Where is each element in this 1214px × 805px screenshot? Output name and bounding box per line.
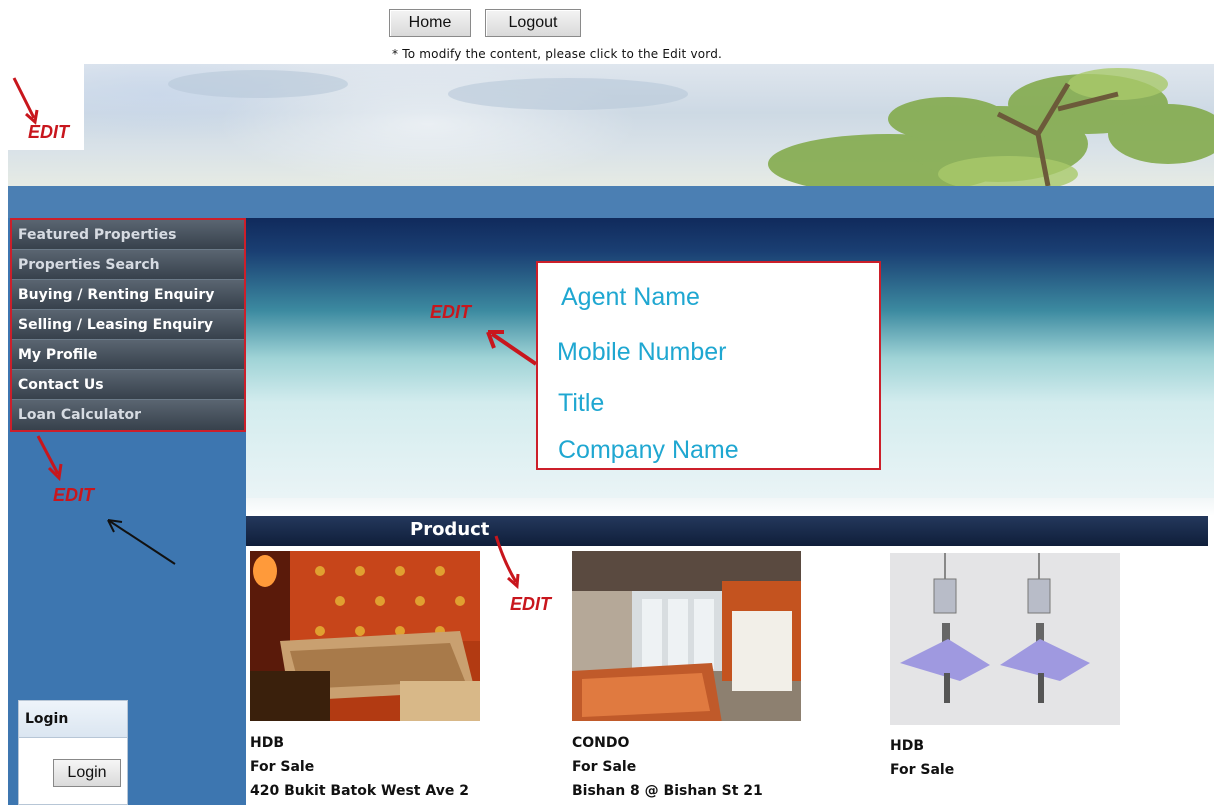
header-edit-label[interactable]: EDIT <box>28 122 69 143</box>
product-image-bedroom[interactable] <box>572 551 801 721</box>
login-button[interactable]: Login <box>53 759 121 787</box>
agent-company-name: Company Name <box>558 436 739 464</box>
sidebar-edit-label[interactable]: EDIT <box>53 485 94 506</box>
product-status: For Sale <box>572 759 637 775</box>
logout-button[interactable]: Logout <box>485 9 581 37</box>
agent-info-box[interactable]: Agent Name Mobile Number Title Company N… <box>536 261 881 470</box>
product-type: HDB <box>250 735 285 751</box>
product-card-2-text: CONDO For Sale Bishan 8 @ Bishan St 21 <box>572 731 763 803</box>
header-banner[interactable] <box>8 64 1214 186</box>
product-address[interactable]: Bishan 8 @ Bishan St 21 <box>572 779 763 803</box>
sidebar-item-properties-search[interactable]: Properties Search <box>12 250 244 280</box>
product-type: HDB <box>890 738 925 754</box>
product-address[interactable]: 420 Bukit Batok West Ave 2 <box>250 779 469 803</box>
sidebar-menu: Featured Properties Properties Search Bu… <box>10 218 246 432</box>
top-blue-bar <box>8 186 1214 218</box>
sidebar-item-buying-renting-enquiry[interactable]: Buying / Renting Enquiry <box>12 280 244 310</box>
product-type: CONDO <box>572 735 630 751</box>
header-edit-area[interactable]: EDIT <box>8 64 84 150</box>
hero-arrow-icon <box>486 330 538 366</box>
edit-instruction-note: * To modify the content, please click to… <box>392 47 723 61</box>
product-image-hdb[interactable] <box>890 553 1120 725</box>
home-button[interactable]: Home <box>389 9 471 37</box>
hero-bottom-strip <box>246 498 1214 516</box>
sidebar-item-loan-calculator[interactable]: Loan Calculator <box>12 400 244 430</box>
sidebar-item-my-profile[interactable]: My Profile <box>12 340 244 370</box>
banner-tree-illustration <box>168 68 1214 186</box>
sidebar-item-contact-us[interactable]: Contact Us <box>12 370 244 400</box>
product-card-1-text: HDB For Sale 420 Bukit Batok West Ave 2 <box>250 731 469 803</box>
product-card-3-text: HDB For Sale <box>890 734 954 782</box>
product-section-bar <box>246 516 1208 546</box>
login-heading: Login <box>19 701 127 738</box>
login-panel: Login Login <box>18 700 128 805</box>
sidebar-item-selling-leasing-enquiry[interactable]: Selling / Leasing Enquiry <box>12 310 244 340</box>
agent-name: Agent Name <box>561 283 700 311</box>
hero-edit-label[interactable]: EDIT <box>430 302 471 323</box>
sidebar-item-featured-properties[interactable]: Featured Properties <box>12 220 244 250</box>
product-status: For Sale <box>890 762 955 778</box>
product-arrow-icon <box>494 535 520 590</box>
agent-title: Title <box>558 389 605 417</box>
product-status: For Sale <box>250 759 315 775</box>
product-heading: Product <box>410 519 490 540</box>
product-edit-label[interactable]: EDIT <box>510 594 551 615</box>
agent-mobile-number: Mobile Number <box>557 338 727 366</box>
product-image-living-room[interactable] <box>250 551 480 721</box>
